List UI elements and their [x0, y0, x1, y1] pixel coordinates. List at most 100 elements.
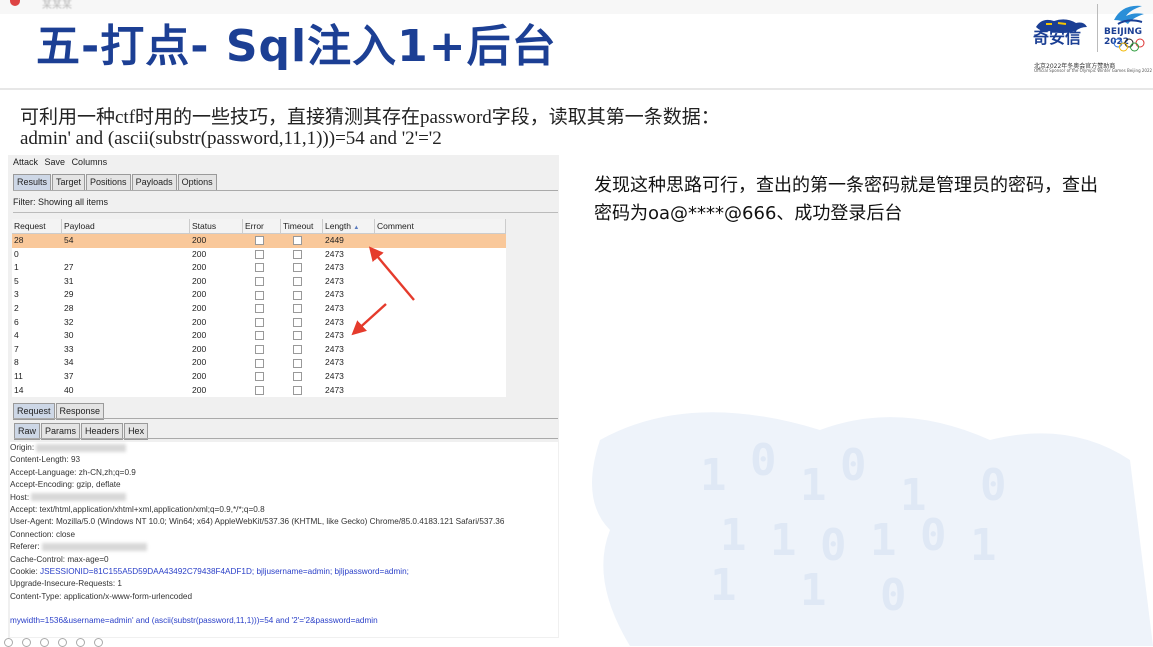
menu-save[interactable]: Save: [45, 157, 66, 167]
payload-text: admin' and (ascii(substr(password,11,1))…: [20, 128, 442, 149]
table-row[interactable]: 6 32 200 2473: [12, 316, 506, 330]
cell-length: 2473: [325, 357, 344, 368]
cell-error: [243, 329, 281, 343]
close-dot-icon: [10, 0, 20, 6]
cell-status: 200: [192, 275, 207, 286]
tab-target[interactable]: Target: [52, 174, 86, 191]
tabs-divider: [13, 190, 558, 191]
cell-status: 200: [192, 330, 207, 341]
cell-timeout: [281, 356, 323, 370]
cell-length: 2473: [325, 289, 344, 300]
table-row[interactable]: 1 27 200 2473: [12, 261, 506, 275]
cell-request: 5: [14, 275, 19, 286]
svg-text:0: 0: [880, 570, 907, 621]
table-row[interactable]: 14 40 200 2473: [12, 384, 506, 397]
menu-attack[interactable]: Attack: [13, 157, 38, 167]
cell-request: 6: [14, 316, 19, 327]
cell-error: [243, 288, 281, 302]
request-editor[interactable]: Origin: Content-Length: 93 Accept-Langua…: [10, 442, 558, 637]
tab-options[interactable]: Options: [177, 174, 217, 191]
tab-payloads[interactable]: Payloads: [131, 174, 177, 191]
reqres-divider: [13, 418, 558, 419]
svg-text:0: 0: [820, 520, 847, 571]
sort-up-icon: ▲: [353, 225, 360, 231]
cell-error: [243, 275, 281, 289]
cell-length: 2473: [325, 275, 344, 286]
timeout-checkbox-icon: [293, 345, 302, 354]
col-timeout[interactable]: Timeout: [281, 219, 323, 233]
cell-comment: [375, 356, 506, 370]
cell-request: 11: [14, 370, 23, 381]
burp-menu-bar: Attack Save Columns: [13, 157, 111, 167]
col-length-label: Length: [325, 221, 351, 231]
table-row[interactable]: 3 29 200 2473: [12, 288, 506, 302]
cell-error: [243, 234, 281, 248]
cell-comment: [375, 261, 506, 275]
header-user-agent: User-Agent: Mozilla/5.0 (Windows NT 10.0…: [10, 517, 505, 527]
intruder-tabs: Results Target Positions Payloads Option…: [13, 174, 218, 191]
cell-payload: 32: [64, 316, 74, 327]
cell-error: [243, 316, 281, 330]
error-checkbox-icon: [255, 263, 264, 273]
cell-request: 2: [14, 302, 19, 313]
svg-text:1: 1: [970, 520, 997, 571]
tiger-watermark-icon: 101 01 0 110 101 110: [592, 412, 1153, 646]
table-body: 28 54 200 2449 0 200 2473 1 27 200 2473 5 31 200 2473 3…: [12, 234, 506, 397]
cell-length: 2473: [325, 262, 344, 273]
tab-positions[interactable]: Positions: [86, 174, 131, 191]
cell-status: 200: [192, 370, 207, 381]
menu-columns[interactable]: Columns: [72, 157, 108, 167]
timeout-checkbox-icon: [293, 236, 302, 246]
table-row[interactable]: 8 34 200 2473: [12, 356, 506, 370]
cell-request: 8: [14, 357, 19, 368]
cell-payload: 34: [64, 357, 74, 368]
cell-error: [243, 261, 281, 275]
col-comment[interactable]: Comment: [375, 219, 506, 233]
cell-length: 2473: [325, 343, 344, 354]
cell-comment: [375, 370, 506, 384]
cookie-rest: ; bjljusername=admin; bjljpassword=admin…: [251, 567, 409, 577]
col-error[interactable]: Error: [243, 219, 281, 233]
cell-error: [243, 302, 281, 316]
cell-comment: [375, 248, 506, 262]
cell-error: [243, 384, 281, 397]
col-payload[interactable]: Payload: [62, 219, 190, 233]
beijing-2022-emblem-icon: [1114, 5, 1144, 25]
cell-payload: [62, 248, 190, 262]
cell-payload: 31: [64, 275, 74, 286]
table-row[interactable]: 28 54 200 2449: [12, 234, 506, 248]
cell-error: [243, 343, 281, 357]
table-header: Request Payload Status Error Timeout Len…: [12, 219, 506, 234]
slide-title: 五-打点- Sql注入1+后台: [36, 21, 557, 72]
finding-text: 发现这种思路可行，查出的第一条密码就是管理员的密码，查出密码为oa@****@6…: [594, 175, 1098, 224]
table-row[interactable]: 0 200 2473: [12, 248, 506, 262]
table-row[interactable]: 11 37 200 2473: [12, 370, 506, 384]
col-status[interactable]: Status: [190, 219, 243, 233]
table-row[interactable]: 7 33 200 2473: [12, 343, 506, 357]
table-row[interactable]: 5 31 200 2473: [12, 275, 506, 289]
cell-timeout: [281, 302, 323, 316]
table-row[interactable]: 4 30 200 2473: [12, 329, 506, 343]
tab-results[interactable]: Results: [13, 174, 52, 191]
header-content-length: Content-Length: 93: [10, 455, 81, 465]
redacted-block: [41, 543, 147, 552]
cell-error: [243, 248, 281, 262]
filter-bar[interactable]: Filter: Showing all items: [13, 197, 108, 207]
cell-timeout: [281, 343, 323, 357]
cell-payload: 30: [64, 330, 74, 341]
col-request[interactable]: Request: [12, 219, 62, 233]
col-length[interactable]: Length ▲: [323, 219, 375, 233]
table-row[interactable]: 2 28 200 2473: [12, 302, 506, 316]
error-checkbox-icon: [255, 317, 264, 327]
cell-status: 200: [192, 343, 207, 354]
cell-request: 3: [14, 289, 19, 300]
header-referer-text: Referer:: [10, 542, 42, 552]
header-upgrade: Upgrade-Insecure-Requests: 1: [10, 579, 122, 589]
redacted-block: [36, 443, 127, 452]
cell-timeout: [281, 275, 323, 289]
cell-payload: 33: [64, 343, 74, 354]
cell-status: 200: [192, 248, 207, 259]
cell-status: 200: [192, 384, 207, 395]
cell-payload: 54: [64, 235, 74, 245]
